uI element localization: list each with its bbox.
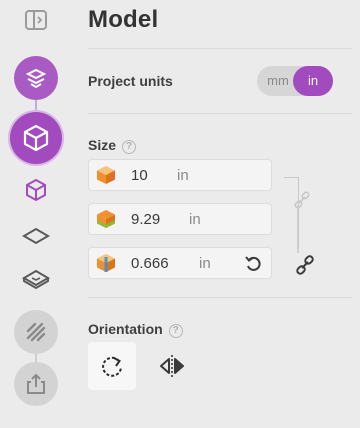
- size-z-field[interactable]: 0.666 in: [88, 247, 272, 279]
- sidebar-step-layers[interactable]: [14, 56, 58, 100]
- sidebar-subitem-plane[interactable]: [22, 222, 50, 250]
- rotate-icon: [102, 356, 122, 377]
- cube-icon: [23, 124, 49, 152]
- link-proportions-button[interactable]: [294, 254, 316, 276]
- main-panel: Model Project units mm in Size? 10 in 9.…: [74, 0, 360, 428]
- size-z-unit: in: [199, 255, 211, 272]
- plane-icon: [22, 227, 50, 245]
- panel-toggle-icon: [25, 10, 47, 30]
- size-x-value: 10: [131, 167, 148, 184]
- help-icon[interactable]: ?: [122, 139, 137, 154]
- sidebar-connector: [35, 354, 37, 362]
- cube-x-icon: [97, 166, 115, 184]
- unit-option-mm[interactable]: mm: [263, 66, 293, 96]
- size-y-unit: in: [189, 211, 201, 228]
- rotate-button[interactable]: [88, 342, 136, 390]
- size-y-value: 9.29: [131, 211, 161, 228]
- layers-icon: [25, 68, 47, 89]
- unit-toggle[interactable]: mm in: [257, 66, 333, 96]
- size-x-field[interactable]: 10 in: [88, 159, 272, 191]
- size-label: Size: [88, 137, 117, 153]
- size-z-value: 0.666: [131, 255, 169, 272]
- size-x-unit: in: [177, 167, 189, 184]
- project-units-label: Project units: [88, 73, 173, 89]
- cube-y-icon: [97, 210, 115, 228]
- size-y-field[interactable]: 9.29 in: [88, 203, 272, 235]
- panel-toggle-button[interactable]: [22, 8, 50, 32]
- divider: [88, 113, 352, 114]
- divider: [88, 48, 352, 49]
- mirror-button[interactable]: [156, 350, 188, 382]
- cube-z-icon: [97, 254, 115, 272]
- mirror-icon: [160, 355, 184, 377]
- sidebar: [0, 0, 74, 428]
- bracket-line: [297, 205, 299, 253]
- link-faded-icon: [294, 191, 310, 209]
- reset-icon[interactable]: [243, 254, 263, 274]
- unit-option-in[interactable]: in: [293, 66, 333, 96]
- stripes-icon: [26, 322, 46, 342]
- orientation-label: Orientation: [88, 321, 163, 337]
- cube-outline-icon: [26, 178, 46, 202]
- sidebar-subitem-surface[interactable]: [22, 266, 50, 294]
- page-title: Model: [88, 6, 159, 33]
- sidebar-connector: [35, 100, 37, 112]
- sidebar-step-texture[interactable]: [14, 310, 58, 354]
- surface-icon: [22, 269, 50, 290]
- help-icon[interactable]: ?: [168, 323, 183, 338]
- divider: [88, 297, 352, 298]
- sidebar-step-model[interactable]: [10, 112, 62, 164]
- export-icon: [27, 373, 45, 394]
- sidebar-step-export[interactable]: [14, 362, 58, 406]
- orientation-section-label: Orientation?: [88, 321, 183, 338]
- link-icon: [296, 255, 314, 275]
- sidebar-subitem-size[interactable]: [22, 176, 50, 204]
- size-section-label: Size?: [88, 137, 137, 154]
